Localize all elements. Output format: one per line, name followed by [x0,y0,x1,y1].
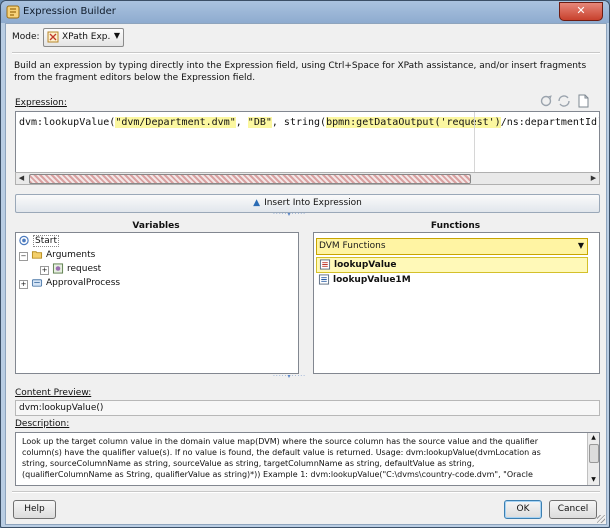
description-label: Description: [15,419,70,429]
intro-text: Build an expression by typing directly i… [14,61,587,83]
function-category-select[interactable]: DVM Functions ▼ [316,238,588,255]
insert-button-label: Insert Into Expression [264,198,362,208]
dialog-body: Mode: XPath Exp. ▼ Build an expression b… [5,23,607,525]
expression-segment: , string( [271,117,327,128]
divider [12,52,600,54]
content-preview-value: dvm:lookupValue() [19,403,104,413]
tree-item-start[interactable]: Start [18,235,59,248]
process-icon [31,279,43,287]
window-title: Expression Builder [23,6,116,17]
expression-label: Expression: [15,98,67,108]
mode-label: Mode: [12,32,40,42]
collapse-icon[interactable]: − [19,252,28,261]
function-icon [318,274,330,285]
tree-item-label: request [67,264,102,274]
expression-segment: dvm:lookupValue( [19,117,116,128]
function-category-value: DVM Functions [319,241,386,251]
help-button[interactable]: Help [13,500,56,519]
resize-grip[interactable] [597,515,605,523]
splitter-grip[interactable]: ·····▾····· [273,374,306,380]
variables-title: Variables [132,221,180,231]
tree-item-arguments[interactable]: Arguments [31,249,95,262]
content-preview-label: Content Preview: [15,388,92,398]
expression-highlight: "dvm/Department.dvm" [115,117,236,128]
splitter-grip[interactable]: ·····▾····· [273,212,306,218]
magic-wand-icon[interactable] [539,94,553,108]
expression-segment: , [235,117,248,128]
tree-item-request[interactable]: request [52,263,101,276]
function-icon [319,259,331,270]
editor-margin [474,112,475,172]
expression-segment: /ns:departmentId), [500,117,600,128]
tree-item-approvalprocess[interactable]: ApprovalProcess [31,277,120,290]
start-icon [19,235,29,246]
expression-scrollbar[interactable]: ◀ ▶ [15,172,600,185]
function-item-lookupvalue1m[interactable]: lookupValue1M [316,273,586,287]
description-line: (qualifierColumnName as String, qualifie… [22,470,533,479]
folder-icon [31,251,43,259]
tree-item-label: ApprovalProcess [46,278,121,288]
function-item-label: lookupValue1M [333,275,411,285]
refresh-icon[interactable] [557,94,571,108]
description-scrollbar[interactable]: ▲ ▼ [587,433,599,485]
cancel-button[interactable]: Cancel [549,500,597,519]
ok-button[interactable]: OK [504,500,542,519]
chevron-down-icon: ▼ [113,31,120,40]
variable-icon [52,263,64,274]
expression-highlight: "DB" [247,117,272,128]
expression-builder-window: Expression Builder ✕ Mode: XPath Exp. ▼ … [0,0,610,528]
description-line: Look up the target column value in the d… [22,437,539,446]
expression-text[interactable]: dvm:lookupValue("dvm/Department.dvm", "D… [19,117,600,128]
scroll-thumb[interactable] [589,444,599,463]
function-item-label: lookupValue [334,260,397,270]
description-box[interactable]: Look up the target column value in the d… [15,432,600,486]
xpath-icon [47,31,59,43]
title-bar[interactable]: Expression Builder ✕ [1,1,609,23]
expression-editor[interactable]: dvm:lookupValue("dvm/Department.dvm", "D… [15,111,600,173]
expand-icon[interactable]: + [19,280,28,289]
insert-into-expression-button[interactable]: ▲ Insert Into Expression [15,194,600,213]
expand-icon[interactable]: + [40,266,49,275]
app-icon [6,5,20,19]
description-line: column(s) have the qualifier value(s). I… [22,448,541,457]
functions-panel: DVM Functions ▼ lookupValue lookupValue1… [313,232,600,374]
divider [12,491,600,493]
description-text: Look up the target column value in the d… [22,436,578,480]
mode-value: XPath Exp. [62,32,111,42]
close-button[interactable]: ✕ [559,2,603,21]
new-document-icon[interactable] [576,94,590,108]
scroll-left-icon[interactable]: ◀ [16,173,27,184]
tree-item-label: Start [33,235,59,247]
mode-select[interactable]: XPath Exp. ▼ [43,28,124,47]
scroll-right-icon[interactable]: ▶ [588,173,599,184]
scroll-down-icon[interactable]: ▼ [588,475,599,485]
chevron-down-icon: ▼ [577,241,584,250]
description-line: string, sourceColumnName as string, sour… [22,459,475,468]
variables-tree[interactable]: Start − Arguments + request + ApprovalPr… [15,232,299,374]
scroll-thumb[interactable] [29,174,471,184]
tree-item-label: Arguments [46,250,96,260]
functions-title: Functions [430,221,481,231]
arrow-up-icon: ▲ [253,198,261,208]
scroll-up-icon[interactable]: ▲ [588,433,599,443]
content-preview-field: dvm:lookupValue() [15,400,600,416]
function-item-lookupvalue[interactable]: lookupValue [316,257,588,273]
